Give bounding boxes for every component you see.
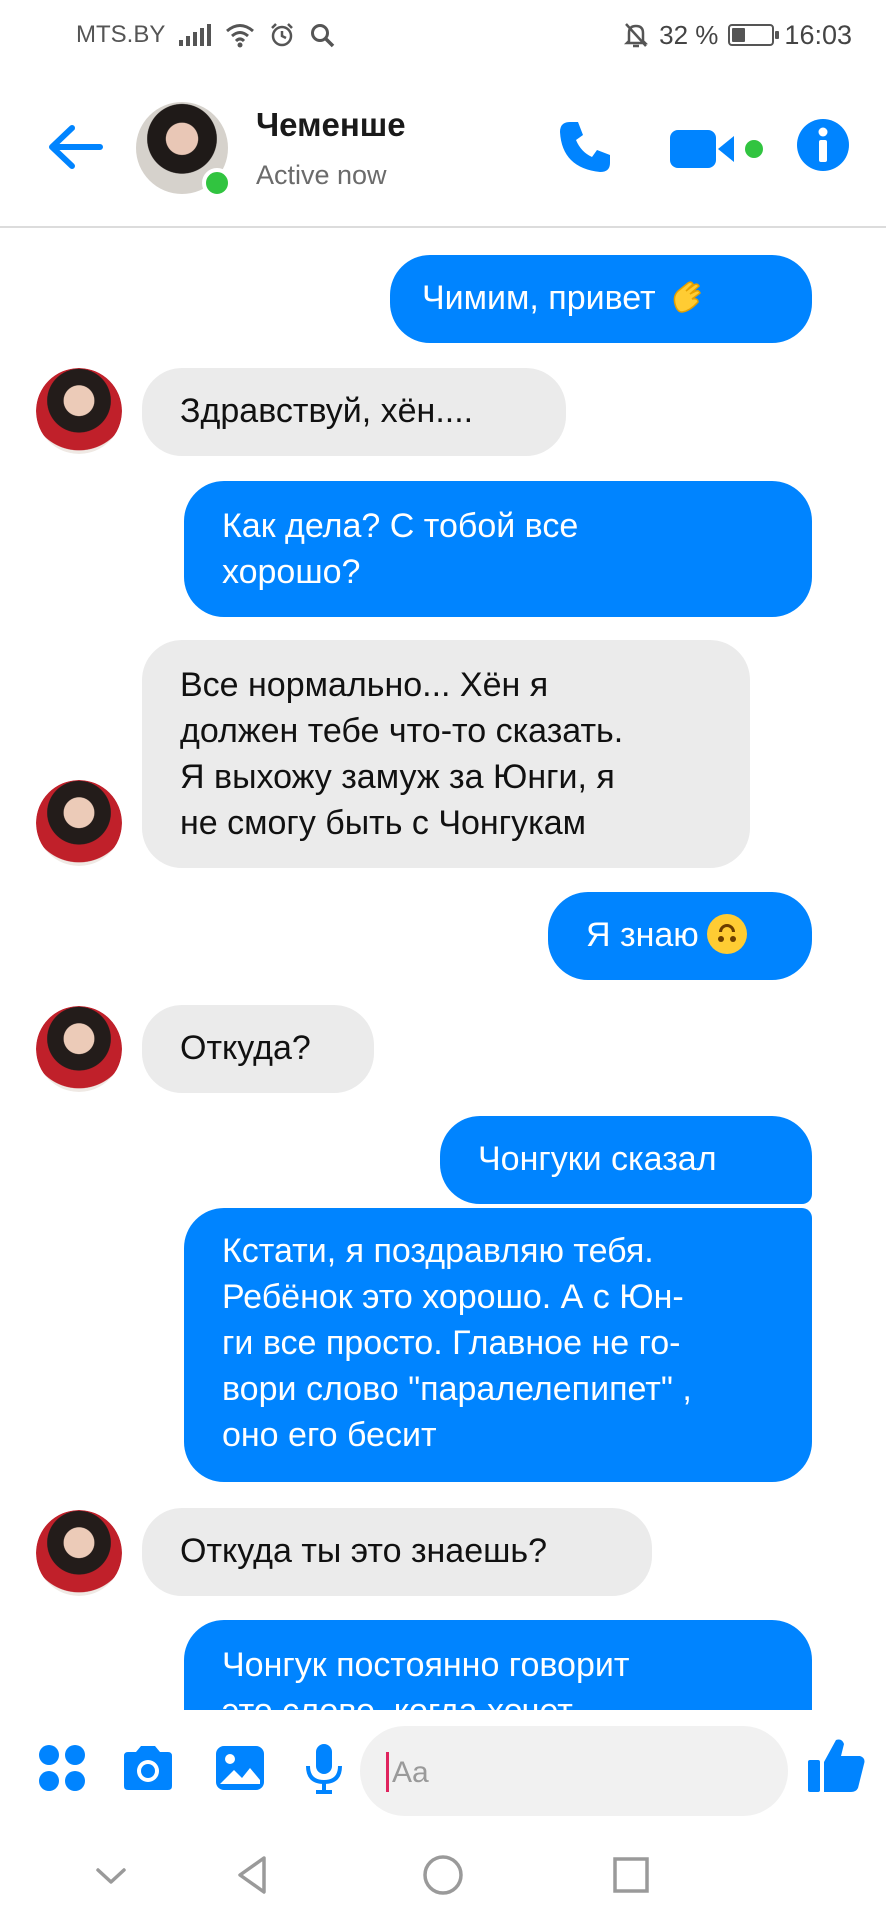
- back-arrow-icon[interactable]: [46, 122, 104, 172]
- online-indicator: [202, 168, 232, 198]
- message-line: это слово, когда хочет: [222, 1688, 774, 1710]
- carrier-label: MTS.BY: [76, 21, 166, 48]
- message-bubble-outgoing[interactable]: Я знаю: [548, 892, 812, 980]
- status-right: 32 % 16:03: [623, 20, 852, 51]
- message-text: Чонгуки сказал: [478, 1140, 717, 1178]
- message-line: Как дела? С тобой все: [222, 507, 579, 545]
- wifi-icon: [226, 24, 255, 48]
- nav-home-icon[interactable]: [418, 1850, 468, 1900]
- text-caret: [386, 1752, 389, 1792]
- nav-back-icon[interactable]: [228, 1850, 278, 1900]
- battery-icon: [728, 24, 780, 46]
- upside-down-face-icon: [706, 914, 747, 954]
- message-bubble-incoming[interactable]: Откуда?: [142, 1005, 374, 1093]
- message-bubble-incoming[interactable]: Откуда ты это знаешь?: [142, 1508, 652, 1596]
- message-bubble-outgoing[interactable]: Как дела? С тобой все хорошо?: [184, 481, 812, 617]
- message-input[interactable]: Aa: [360, 1726, 788, 1816]
- nav-recents-icon[interactable]: [606, 1850, 656, 1900]
- phone-icon[interactable]: [556, 118, 614, 176]
- microphone-icon[interactable]: [296, 1740, 352, 1796]
- message-line: Все нормально... Хён я: [180, 666, 549, 704]
- system-nav-bar: [0, 1828, 886, 1920]
- status-left: MTS.BY: [76, 21, 335, 49]
- contact-avatar[interactable]: [136, 102, 232, 198]
- contact-status: Active now: [256, 160, 387, 190]
- chat-header: Чеменше Active now: [0, 70, 886, 228]
- message-line: Ребёнок это хорошо. А с Юн-: [222, 1278, 684, 1316]
- clock: 16:03: [784, 19, 852, 50]
- battery-fill: [732, 28, 745, 42]
- message-list[interactable]: Чимим, привет Здравствуй, хён.... Как де…: [0, 230, 886, 1710]
- video-camera-icon[interactable]: [670, 128, 766, 170]
- message-text: Чимим, привет: [422, 279, 656, 317]
- battery-percent: 32 %: [659, 19, 719, 50]
- message-text: Откуда ты это знаешь?: [180, 1532, 548, 1570]
- message-text: Я знаю: [586, 916, 699, 954]
- thumbs-up-icon[interactable]: [806, 1734, 868, 1796]
- signal-icon: [179, 24, 212, 46]
- message-line: должен тебе что-то сказать.: [180, 712, 624, 750]
- more-apps-icon[interactable]: [34, 1740, 90, 1796]
- message-line: Чонгук постоянно говорит: [222, 1646, 630, 1684]
- message-bubble-outgoing[interactable]: Чимим, привет: [390, 255, 812, 343]
- message-line: ги все просто. Главное не го-: [222, 1324, 681, 1362]
- sender-avatar[interactable]: [36, 368, 122, 454]
- message-bubble-incoming[interactable]: Все нормально... Хён я должен тебе что-т…: [142, 640, 750, 868]
- message-input-placeholder: Aa: [392, 1756, 429, 1789]
- message-bubble-incoming[interactable]: Здравствуй, хён....: [142, 368, 566, 456]
- message-bubble-outgoing[interactable]: Чонгуки сказал: [440, 1116, 812, 1204]
- message-composer: Aa: [0, 1712, 886, 1828]
- mute-bell-icon: [624, 23, 649, 48]
- waving-hand-icon: [673, 281, 701, 313]
- search-icon: [311, 24, 335, 48]
- sender-avatar[interactable]: [36, 780, 122, 866]
- message-line: Кстати, я поздравляю тебя.: [222, 1232, 654, 1270]
- sender-avatar[interactable]: [36, 1006, 122, 1092]
- chevron-down-icon[interactable]: [86, 1850, 136, 1900]
- message-line: оно его бесит: [222, 1416, 437, 1454]
- message-line: вори слово "паралелепипет" ,: [222, 1370, 692, 1408]
- message-line: хорошо?: [222, 553, 361, 591]
- message-line: не смогу быть с Чонгукам: [180, 804, 587, 842]
- avatar-photo: [36, 1510, 122, 1596]
- avatar-photo: [36, 368, 122, 454]
- message-bubble-outgoing[interactable]: Кстати, я поздравляю тебя. Ребёнок это х…: [184, 1208, 812, 1482]
- info-icon[interactable]: [796, 118, 850, 172]
- avatar-photo: [36, 1006, 122, 1092]
- message-bubble-outgoing[interactable]: Чонгук постоянно говорит это слово, когд…: [184, 1620, 812, 1710]
- camera-icon[interactable]: [120, 1740, 176, 1796]
- contact-name[interactable]: Чеменше: [256, 106, 406, 144]
- message-text: Откуда?: [180, 1029, 311, 1067]
- message-line: Я выхожу замуж за Юнги, я: [180, 758, 615, 796]
- avatar-photo: [36, 780, 122, 866]
- alarm-icon: [271, 23, 294, 47]
- status-bar: MTS.BY 32 % 16:03: [0, 0, 886, 70]
- messenger-chat-screen: MTS.BY 32 % 16:03 Чеменше Active now Чим…: [0, 0, 886, 1920]
- sender-avatar[interactable]: [36, 1510, 122, 1596]
- gallery-icon[interactable]: [212, 1740, 268, 1796]
- message-text: Здравствуй, хён....: [180, 392, 474, 430]
